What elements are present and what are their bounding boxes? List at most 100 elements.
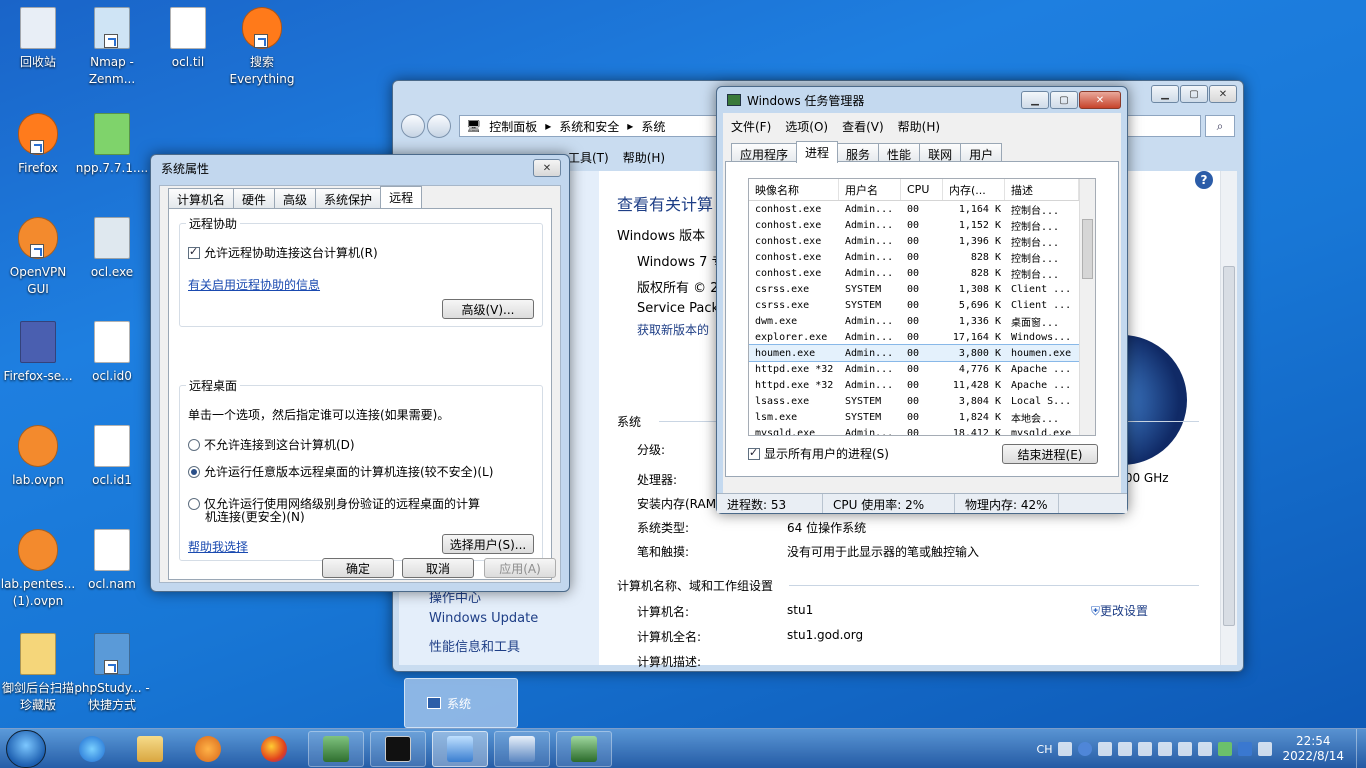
advanced-button[interactable]: 高级(V)...: [442, 299, 534, 319]
task-manager-taskbar-icon[interactable]: [556, 731, 612, 767]
tm-tab-3[interactable]: 性能: [878, 143, 921, 163]
breadcrumb-0[interactable]: 控制面板: [489, 118, 537, 135]
radio-allow-nla[interactable]: 仅允许运行使用网络级别身份验证的远程桌面的计算 机连接(更安全)(N): [188, 498, 480, 524]
process-row[interactable]: conhost.exe Admin... 00 828 K 控制台...: [749, 265, 1095, 281]
link-performance[interactable]: 性能信息和工具: [429, 636, 520, 655]
clock[interactable]: 22:54 2022/8/14: [1282, 734, 1344, 764]
desktop-icon[interactable]: lab.pentes... (1).ovpn: [0, 528, 76, 610]
menu-tools[interactable]: 工具(T): [568, 149, 609, 166]
taskbar-thumbnail-popup[interactable]: 系统: [404, 678, 518, 728]
keyboard-icon[interactable]: [1058, 742, 1073, 756]
desktop-icon[interactable]: ocl.exe: [74, 216, 150, 281]
end-process-button[interactable]: 结束进程(E): [1002, 444, 1098, 464]
display-icon[interactable]: [1178, 742, 1193, 756]
desktop-icon[interactable]: 御剑后台扫描珍藏版: [0, 632, 76, 714]
remote-assist-info-link[interactable]: 有关启用远程协助的信息: [188, 276, 320, 293]
process-row[interactable]: csrss.exe SYSTEM 00 5,696 K Client ...: [749, 297, 1095, 313]
explorer-icon[interactable]: [122, 731, 178, 767]
settings-tray-icon[interactable]: [1098, 742, 1113, 756]
process-row[interactable]: lsass.exe SYSTEM 00 3,804 K Local S...: [749, 393, 1095, 409]
desktop-icon[interactable]: ocl.nam: [74, 528, 150, 593]
usb-icon[interactable]: [1198, 742, 1213, 756]
minimize-button[interactable]: ▁: [1021, 91, 1049, 109]
column-header[interactable]: 映像名称: [749, 179, 839, 200]
desktop-icon[interactable]: npp.7.7.1....: [74, 112, 150, 177]
desktop-icon[interactable]: Nmap - Zenm...: [74, 6, 150, 88]
desktop-icon[interactable]: Firefox: [0, 112, 76, 177]
notification-icon[interactable]: [1258, 742, 1273, 756]
tab-1[interactable]: 硬件: [233, 188, 276, 208]
bluetooth-icon[interactable]: [1238, 742, 1253, 756]
allow-remote-assist-checkbox[interactable]: 允许远程协助连接这台计算机(R): [188, 244, 378, 261]
desktop-icon[interactable]: 回收站: [0, 6, 76, 71]
process-row[interactable]: httpd.exe *32 Admin... 00 11,428 K Apache ..…: [749, 377, 1095, 393]
process-row[interactable]: httpd.exe *32 Admin... 00 4,776 K Apache ...: [749, 361, 1095, 377]
process-row[interactable]: conhost.exe Admin... 00 1,396 K 控制台...: [749, 233, 1095, 249]
column-header[interactable]: CPU: [901, 179, 943, 200]
media-player-icon[interactable]: [180, 731, 236, 767]
menu-help[interactable]: 帮助(H): [623, 149, 665, 166]
show-all-users-checkbox[interactable]: 显示所有用户的进程(S): [748, 445, 889, 462]
task-manager-window[interactable]: Windows 任务管理器 ▁ ▢ ✕ 文件(F) 选项(O) 查看(V) 帮助(H)…: [716, 86, 1128, 514]
tab-3[interactable]: 系统保护: [315, 188, 382, 208]
tm-menu-item[interactable]: 帮助(H): [898, 118, 940, 135]
process-row[interactable]: houmen.exe Admin... 00 3,800 K houmen.exe: [749, 344, 1095, 362]
desktop-icon[interactable]: ocl.id0: [74, 320, 150, 385]
help-tray-icon[interactable]: [1078, 742, 1093, 756]
system-props-taskbar-icon[interactable]: [494, 731, 550, 767]
desktop-icon[interactable]: lab.ovpn: [0, 424, 76, 489]
tab-2[interactable]: 高级: [274, 188, 317, 208]
column-header[interactable]: 描述: [1005, 179, 1079, 200]
help-icon[interactable]: ?: [1195, 171, 1213, 189]
column-header[interactable]: 内存(...: [943, 179, 1005, 200]
radio-deny[interactable]: 不允许连接到这台计算机(D): [188, 436, 355, 453]
firefox-taskbar-icon[interactable]: [246, 731, 302, 767]
process-row[interactable]: conhost.exe Admin... 00 828 K 控制台...: [749, 249, 1095, 265]
tab-4[interactable]: 远程: [380, 186, 423, 208]
breadcrumb-2[interactable]: 系统: [641, 118, 665, 135]
back-button[interactable]: [401, 114, 425, 138]
column-header[interactable]: 用户名: [839, 179, 901, 200]
help-me-choose-link[interactable]: 帮助我选择: [188, 538, 248, 555]
tm-tab-5[interactable]: 用户: [960, 143, 1003, 163]
network-tray-icon[interactable]: [1118, 742, 1133, 756]
desktop-icon[interactable]: ocl.til: [150, 6, 226, 71]
maximize-button[interactable]: ▢: [1050, 91, 1078, 109]
close-button[interactable]: ✕: [533, 159, 561, 177]
control-panel-taskbar-icon[interactable]: [432, 731, 488, 767]
search-icon[interactable]: ⌕: [1205, 115, 1235, 137]
cancel-button[interactable]: 取消: [402, 558, 474, 578]
process-row[interactable]: conhost.exe Admin... 00 1,152 K 控制台...: [749, 217, 1095, 233]
select-users-button[interactable]: 选择用户(S)...: [442, 534, 534, 554]
apply-button[interactable]: 应用(A): [484, 558, 556, 578]
cmd-taskbar-icon[interactable]: [370, 731, 426, 767]
change-settings-link[interactable]: ⛨更改设置: [1091, 602, 1148, 619]
process-list[interactable]: 映像名称 用户名 CPU 内存(... 描述 conhost.exe Admin... 00…: [748, 178, 1096, 436]
get-new-version-link[interactable]: 获取新版本的: [637, 321, 709, 338]
show-desktop-button[interactable]: [1356, 729, 1366, 768]
desktop-icon[interactable]: ocl.id1: [74, 424, 150, 489]
desktop-icon[interactable]: phpStudy... - 快捷方式: [74, 632, 150, 714]
start-button[interactable]: [6, 730, 46, 768]
sp-titlebar[interactable]: 系统属性: [151, 155, 569, 181]
link-windows-update[interactable]: Windows Update: [429, 611, 538, 626]
process-row[interactable]: conhost.exe Admin... 00 1,164 K 控制台...: [749, 201, 1095, 217]
tm-menu-item[interactable]: 选项(O): [785, 118, 828, 135]
network-app-taskbar-icon[interactable]: [308, 731, 364, 767]
process-row[interactable]: mysqld.exe Admin... 00 18,412 K mysqld.exe: [749, 425, 1095, 436]
close-button[interactable]: ✕: [1209, 85, 1237, 103]
tm-menu-item[interactable]: 文件(F): [731, 118, 771, 135]
tm-tab-4[interactable]: 联网: [919, 143, 962, 163]
process-row[interactable]: dwm.exe Admin... 00 1,336 K 桌面窗...: [749, 313, 1095, 329]
flag-icon[interactable]: [1158, 742, 1173, 756]
tm-tab-1[interactable]: 进程: [796, 141, 839, 163]
ok-button[interactable]: 确定: [322, 558, 394, 578]
tm-tab-0[interactable]: 应用程序: [731, 143, 798, 163]
forward-button[interactable]: [427, 114, 451, 138]
desktop-icon[interactable]: OpenVPN GUI: [0, 216, 76, 298]
system-properties-dialog[interactable]: 系统属性 ✕ 计算机名硬件高级系统保护远程 远程协助 允许远程协助连接这台计算机…: [150, 154, 570, 592]
maximize-button[interactable]: ▢: [1180, 85, 1208, 103]
radio-allow-any[interactable]: 允许运行任意版本远程桌面的计算机连接(较不安全)(L): [188, 463, 493, 480]
process-row[interactable]: explorer.exe Admin... 00 17,164 K Windows...: [749, 329, 1095, 345]
language-indicator[interactable]: CH: [1037, 743, 1053, 756]
